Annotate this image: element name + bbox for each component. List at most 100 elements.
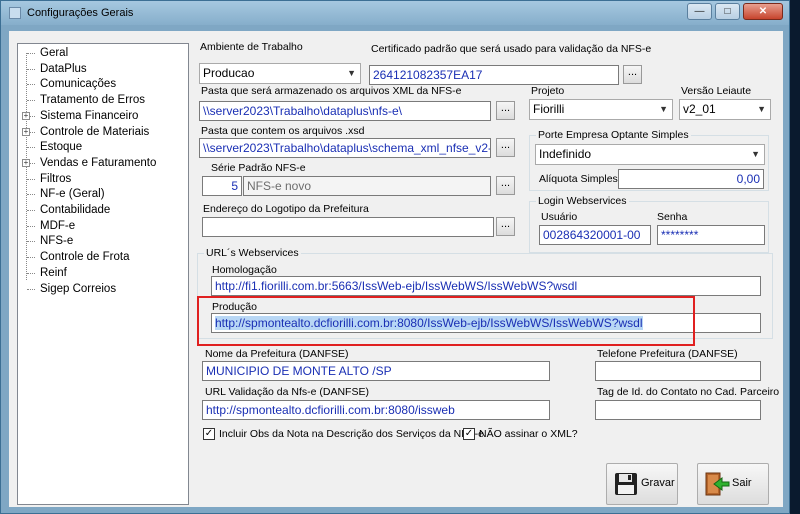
- usuario-field[interactable]: 002864320001-00: [539, 225, 651, 245]
- versao-value: v2_01: [683, 102, 716, 116]
- maximize-button[interactable]: □: [715, 3, 740, 20]
- homologacao-url-field[interactable]: http://fi1.fiorilli.com.br:5663/IssWeb-e…: [211, 276, 761, 296]
- floppy-disk-icon: [615, 473, 637, 495]
- usuario-label: Usuário: [541, 211, 578, 223]
- url-validacao-field[interactable]: http://spmontealto.dcfiorilli.com.br:808…: [202, 400, 550, 420]
- projeto-value: Fiorilli: [533, 102, 565, 116]
- certificado-label: Certificado padrão que será usado para v…: [371, 43, 652, 55]
- ambiente-value: Producao: [203, 66, 255, 80]
- tree-branch-line: [27, 147, 35, 149]
- sair-label: Sair: [732, 477, 752, 489]
- chevron-down-icon: ▼: [751, 149, 760, 159]
- tree-branch-line: [27, 84, 35, 86]
- tree-item[interactable]: Geral: [40, 45, 68, 61]
- versao-label: Versão Leiaute: [681, 85, 752, 97]
- serie-description-field: NFS-e novo: [243, 176, 491, 196]
- serie-label: Série Padrão NFS-e: [211, 162, 306, 174]
- tree-branch-line: [27, 241, 35, 243]
- tree-item[interactable]: Reinf: [40, 265, 67, 281]
- tree-branch-line: [27, 178, 35, 180]
- tree-branch-line: [27, 194, 35, 196]
- logotipo-field[interactable]: [202, 217, 494, 237]
- sair-button[interactable]: Sair: [697, 463, 769, 505]
- tree-expand-icon[interactable]: +: [22, 111, 30, 120]
- aliquota-label: Alíquota Simples:: [539, 173, 621, 185]
- incluir-obs-checkbox[interactable]: ✓: [203, 428, 215, 440]
- nao-assinar-checkbox[interactable]: ✓: [463, 428, 475, 440]
- tree-item[interactable]: Estoque: [40, 139, 82, 155]
- nao-assinar-label: NÃO assinar o XML?: [479, 428, 578, 440]
- settings-window: Configurações Gerais — □ ✕ Geral DataPlus…: [0, 0, 790, 514]
- ambiente-select[interactable]: Producao ▼: [199, 63, 361, 84]
- serie-browse-button[interactable]: ...: [496, 176, 515, 195]
- pasta-xsd-browse-button[interactable]: ...: [496, 138, 515, 157]
- tree-item[interactable]: Controle de Materiais: [40, 124, 149, 140]
- tree-item[interactable]: MDF-e: [40, 218, 75, 234]
- telefone-field[interactable]: [595, 361, 761, 381]
- tree-item[interactable]: Sistema Financeiro: [40, 108, 138, 124]
- tree-item[interactable]: Contabilidade: [40, 202, 110, 218]
- tree-item[interactable]: Comunicações: [40, 76, 116, 92]
- tree-item[interactable]: NFS-e: [40, 233, 73, 249]
- tree-item[interactable]: DataPlus: [40, 61, 87, 77]
- porte-value: Indefinido: [539, 147, 592, 161]
- logotipo-label: Endereço do Logotipo da Prefeitura: [203, 203, 369, 215]
- tree-item[interactable]: Filtros: [40, 171, 71, 187]
- exit-door-icon: [705, 472, 730, 496]
- prefeitura-label: Nome da Prefeitura (DANFSE): [205, 348, 349, 360]
- tag-contato-field[interactable]: [595, 400, 761, 420]
- login-group-title: Login Webservices: [536, 195, 629, 207]
- porte-select[interactable]: Indefinido ▼: [535, 144, 765, 165]
- serie-number-field[interactable]: 5: [202, 176, 242, 196]
- tree-branch-line: [27, 225, 35, 227]
- chevron-down-icon: ▼: [347, 68, 356, 78]
- tree-branch-line: [27, 53, 35, 54]
- tree-branch-line: [27, 100, 35, 102]
- senha-label: Senha: [657, 211, 688, 223]
- urls-group-title: URL´s Webservices: [204, 247, 301, 259]
- prefeitura-field[interactable]: MUNICIPIO DE MONTE ALTO /SP: [202, 361, 550, 381]
- tree-branch-line: [27, 210, 35, 211]
- gravar-button[interactable]: Gravar: [606, 463, 678, 505]
- tree-expand-icon[interactable]: +: [22, 127, 30, 136]
- tree-item[interactable]: Vendas e Faturamento: [40, 155, 156, 171]
- url-validacao-label: URL Validação da Nfs-e (DANFSE): [205, 386, 369, 398]
- tree-branch-line: [27, 288, 35, 290]
- certificado-browse-button[interactable]: ...: [623, 65, 642, 84]
- pasta-xsd-field[interactable]: \\server2023\Trabalho\dataplus\schema_xm…: [199, 138, 491, 158]
- pasta-xml-browse-button[interactable]: ...: [496, 101, 515, 120]
- pasta-xml-label: Pasta que será armazenado os arquivos XM…: [201, 85, 462, 97]
- gravar-label: Gravar: [641, 477, 675, 489]
- logotipo-browse-button[interactable]: ...: [496, 217, 515, 236]
- app-icon: [9, 7, 21, 19]
- window-title: Configurações Gerais: [27, 7, 134, 19]
- ambiente-label: Ambiente de Trabalho: [200, 41, 303, 53]
- pasta-xsd-label: Pasta que contem os arquivos .xsd: [201, 125, 365, 137]
- pasta-xml-field[interactable]: \\server2023\Trabalho\dataplus\nfs-e\: [199, 101, 491, 121]
- senha-field[interactable]: ********: [657, 225, 765, 245]
- versao-select[interactable]: v2_01 ▼: [679, 99, 771, 120]
- tree-item[interactable]: Sigep Correios: [40, 281, 116, 297]
- tree-expand-icon[interactable]: +: [22, 158, 30, 167]
- tree-branch-line: [27, 257, 35, 259]
- tree-branch-line: [27, 272, 35, 274]
- highlight-annotation-box: [197, 296, 695, 346]
- tree-item[interactable]: Tratamento de Erros: [40, 92, 145, 108]
- incluir-obs-label: Incluir Obs da Nota na Descrição dos Ser…: [219, 428, 484, 440]
- tag-contato-label: Tag de Id. do Contato no Cad. Parceiro: [597, 386, 780, 398]
- tree-item[interactable]: NF-e (Geral): [40, 186, 105, 202]
- projeto-label: Projeto: [531, 85, 565, 97]
- aliquota-field[interactable]: 0,00: [618, 169, 764, 189]
- close-button[interactable]: ✕: [743, 3, 783, 20]
- tree-branch-line: [27, 68, 35, 70]
- projeto-select[interactable]: Fiorilli ▼: [529, 99, 673, 120]
- settings-tree[interactable]: Geral DataPlus Comunicações Tratamento de E…: [17, 43, 189, 505]
- tree-item[interactable]: Controle de Frota: [40, 249, 130, 265]
- title-bar[interactable]: Configurações Gerais — □ ✕: [1, 1, 789, 25]
- homologacao-label: Homologação: [212, 264, 277, 276]
- chevron-down-icon: ▼: [757, 104, 766, 114]
- window-body: Geral DataPlus Comunicações Tratamento de E…: [9, 31, 783, 507]
- chevron-down-icon: ▼: [659, 104, 668, 114]
- certificado-field[interactable]: 264121082357EA17: [369, 65, 619, 85]
- minimize-button[interactable]: —: [687, 3, 712, 20]
